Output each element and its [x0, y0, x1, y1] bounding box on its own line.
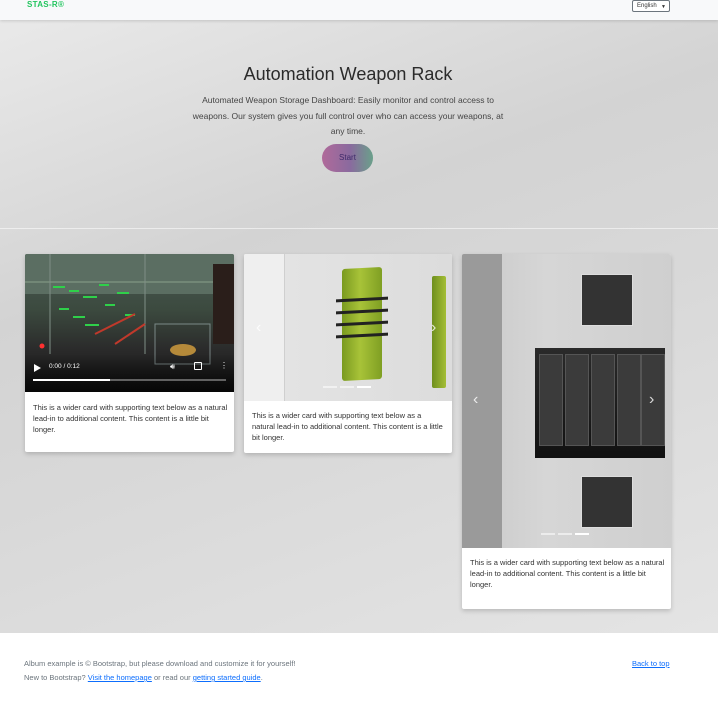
hero-divider: [0, 228, 718, 229]
carousel-indicator[interactable]: [323, 386, 337, 388]
fullscreen-icon[interactable]: [194, 362, 202, 370]
carousel-indicator[interactable]: [357, 386, 371, 388]
carousel-next-icon[interactable]: ›: [649, 392, 654, 408]
carousel-indicators: [323, 386, 371, 388]
carousel-next-icon[interactable]: ›: [431, 320, 436, 336]
card-carousel: ‹ › This is a wider card with supporting…: [462, 254, 671, 609]
carousel-indicator[interactable]: [575, 533, 589, 535]
carousel-slide-edge: [462, 254, 502, 548]
video-player[interactable]: 0:00 / 0:12 🔊︎ ⋮: [25, 254, 234, 392]
carousel-prev-icon[interactable]: ‹: [473, 392, 478, 408]
chevron-down-icon: ▼: [661, 4, 666, 10]
more-options-icon[interactable]: ⋮: [220, 361, 228, 370]
carousel-slide-edge: [244, 254, 285, 401]
detail-zoom-image: [581, 274, 633, 326]
footer-middle: or read our: [151, 673, 193, 682]
footer-prefix: New to Bootstrap?: [24, 673, 88, 682]
footer-text: Album example is © Bootstrap, but please…: [24, 659, 296, 668]
weapon-rack-image: [336, 266, 388, 382]
language-dropdown[interactable]: English ▼: [632, 0, 670, 12]
footer-text: New to Bootstrap? Visit the homepage or …: [24, 673, 263, 682]
carousel-indicators: [541, 533, 589, 535]
navbar: STAS-R® English ▼: [0, 0, 718, 20]
video-progress-fill: [33, 379, 111, 381]
brand-logo[interactable]: STAS-R®: [27, 0, 64, 9]
weapon-rack-image: [535, 348, 665, 458]
video-progress-bar[interactable]: [33, 379, 226, 381]
homepage-link[interactable]: Visit the homepage: [88, 673, 152, 682]
detail-zoom-image: [581, 476, 633, 528]
back-to-top-link[interactable]: Back to top: [632, 659, 670, 668]
carousel-indicator[interactable]: [340, 386, 354, 388]
card-text: This is a wider card with supporting tex…: [252, 411, 443, 442]
page-title: Automation Weapon Rack: [243, 64, 453, 84]
carousel: ‹ ›: [244, 254, 452, 401]
carousel-prev-icon[interactable]: ‹: [256, 320, 261, 336]
hero-description: Automated Weapon Storage Dashboard: Easi…: [192, 95, 504, 136]
card-text: This is a wider card with supporting tex…: [470, 558, 665, 589]
video-controls: [25, 354, 234, 392]
footer-suffix: .: [260, 673, 263, 682]
start-button[interactable]: Start: [322, 144, 373, 172]
video-time: 0:00 / 0:12: [49, 363, 80, 370]
carousel-indicator[interactable]: [541, 533, 555, 535]
volume-icon[interactable]: 🔊︎: [170, 362, 175, 372]
card-text: This is a wider card with supporting tex…: [33, 403, 228, 434]
language-label: English: [637, 3, 657, 9]
play-icon[interactable]: [34, 364, 41, 372]
carousel-indicator[interactable]: [558, 533, 572, 535]
card-carousel: ‹ › This is a wider card with supporting…: [244, 254, 452, 453]
getting-started-link[interactable]: getting started guide: [193, 673, 261, 682]
carousel: ‹ ›: [462, 254, 671, 548]
card-video: 0:00 / 0:12 🔊︎ ⋮ This is a wider card wi…: [25, 254, 234, 452]
